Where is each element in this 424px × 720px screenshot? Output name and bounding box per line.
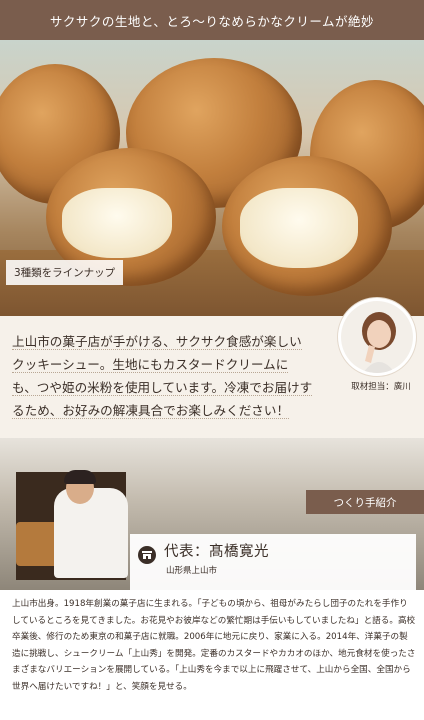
reporter-avatar (338, 298, 416, 376)
cream-puff-tray (16, 522, 58, 566)
description-text: 上山市の菓子店が手がける、サクサク食感が楽しい クッキーシュー。生地にもカスター… (12, 330, 332, 422)
maker-name: 代表：髙橋寛光 (164, 544, 269, 560)
cream-filling (62, 188, 172, 258)
description-section: 上山市の菓子店が手がける、サクサク食感が楽しい クッキーシュー。生地にもカスター… (0, 298, 424, 438)
maker-place: 山形県上山市 (166, 566, 218, 576)
maker-bio: 上山市出身。1918年創業の菓子店に生まれる。「子どもの頃から、祖母がみたらし団… (12, 599, 416, 692)
maker-intro-tag: つくり手紹介 (306, 490, 424, 514)
description-line: 上山市の菓子店が手がける、サクサク食感が楽しい (12, 334, 302, 350)
lineup-label: 3種類をラインナップ (6, 260, 124, 285)
reporter-portrait-icon (341, 301, 413, 373)
maker-photo: つくり手紹介 代表：髙橋寛光 山形県上山市 (0, 438, 424, 590)
description-line: クッキーシュー。生地にもカスタードクリームに (12, 357, 289, 373)
storefront-icon (142, 551, 152, 559)
cream-filling (240, 188, 358, 268)
header-title: サクサクの生地と、とろ〜りなめらかなクリームが絶妙 (49, 13, 375, 29)
maker-name-card: 代表：髙橋寛光 山形県上山市 (130, 534, 416, 590)
description-line: るため、お好みの解凍具合でお楽しみください！ (12, 403, 290, 419)
product-photo: 3種類をラインナップ (0, 40, 424, 316)
chef-figure (54, 488, 128, 578)
maker-bio-section: 上山市出身。1918年創業の菓子店に生まれる。「子どもの頃から、祖母がみたらし団… (0, 590, 424, 720)
header-banner: サクサクの生地と、とろ〜りなめらかなクリームが絶妙 (0, 0, 424, 40)
article-page: サクサクの生地と、とろ〜りなめらかなクリームが絶妙 3種類をラインナップ 上山市… (0, 0, 424, 720)
shop-icon (138, 546, 156, 564)
chef-hair (64, 470, 96, 484)
description-line: も、つや姫の米粉を使用しています。冷凍でお届けす (12, 380, 313, 396)
reporter-caption: 取材担当：廣川 (351, 382, 411, 392)
